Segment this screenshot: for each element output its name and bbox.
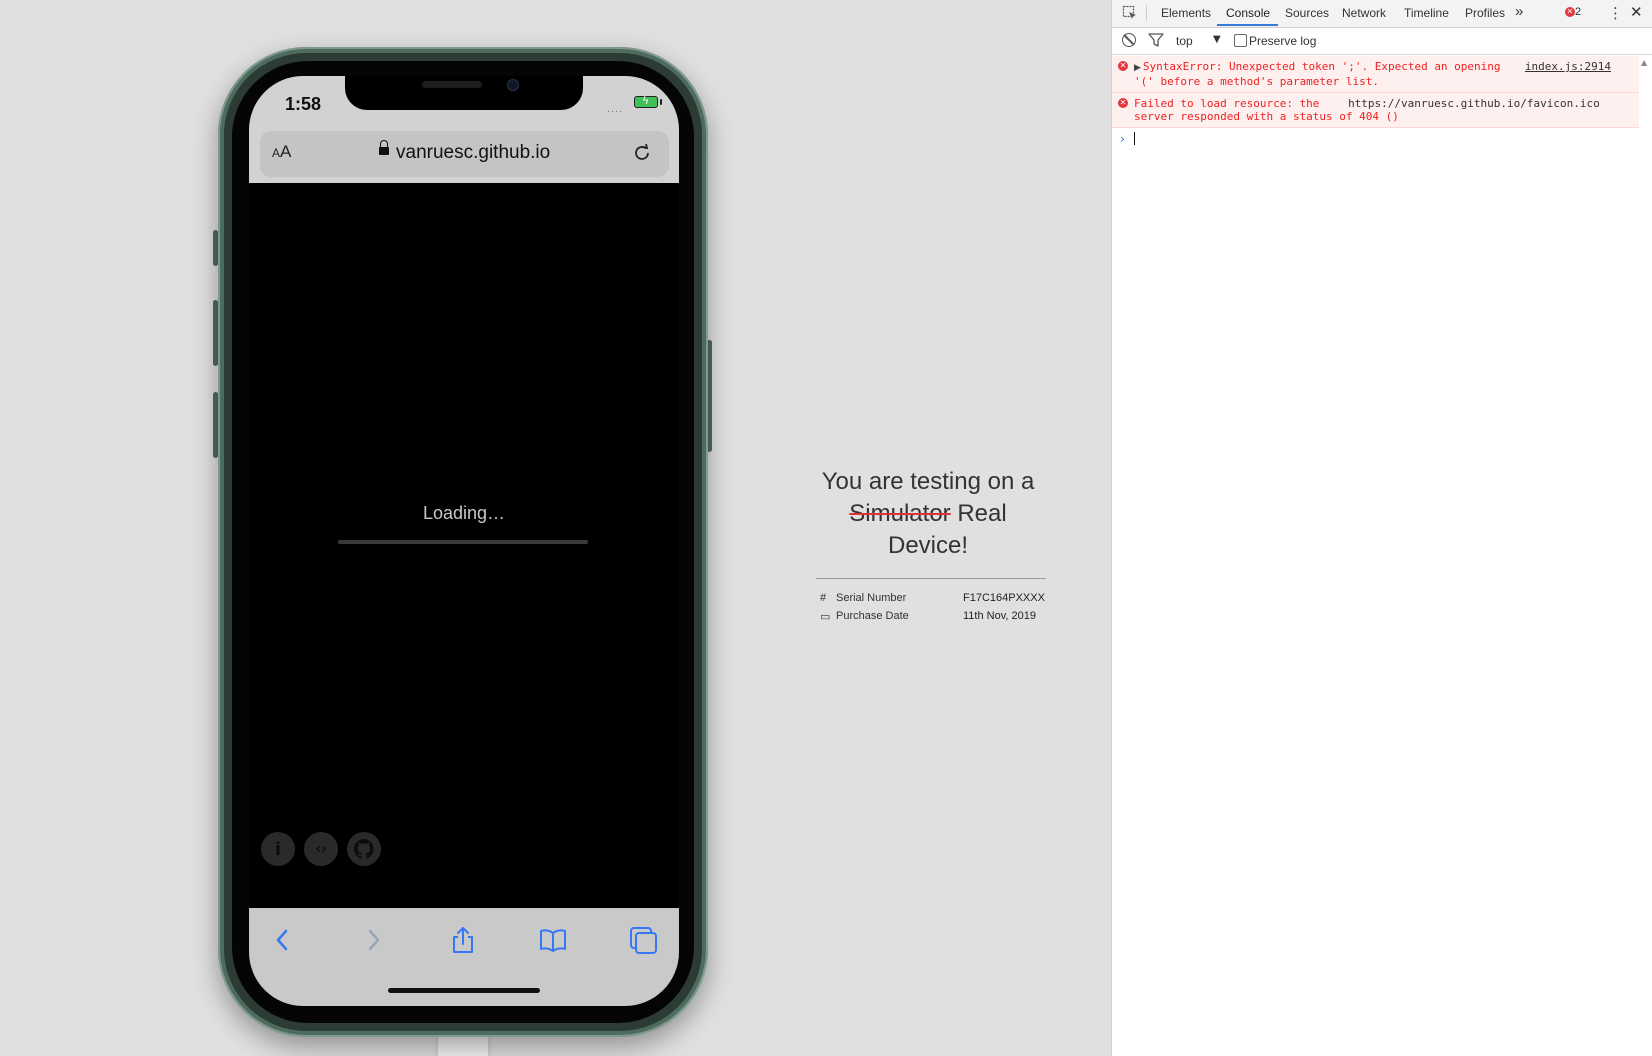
tabs-icon[interactable]	[627, 924, 659, 956]
prompt-caret-icon: ›	[1120, 132, 1125, 146]
github-icon[interactable]	[347, 832, 381, 866]
tab-elements[interactable]: Elements	[1161, 6, 1211, 20]
back-icon[interactable]	[267, 924, 299, 956]
error-text-prefix: Failed to load resource: the	[1134, 97, 1320, 110]
toolbar-separator	[1146, 5, 1147, 21]
safari-top-bar: 1:58 .... ϟ AA vanruesc.github.io	[249, 76, 679, 183]
clear-console-icon[interactable]	[1122, 33, 1136, 47]
headline: You are testing on a Simulator Real Devi…	[808, 466, 1048, 562]
hash-icon: #	[820, 592, 827, 604]
error-text-line2: '(' before a method's parameter list.	[1134, 75, 1380, 88]
chevron-down-icon[interactable]: ▼	[1213, 34, 1221, 45]
close-icon[interactable]: ✕	[1630, 3, 1643, 21]
expand-triangle-icon[interactable]: ▶	[1134, 62, 1141, 75]
spec-label: Serial Number	[836, 592, 907, 604]
url-text[interactable]: vanruesc.github.io	[396, 142, 550, 164]
loading-text: Loading…	[422, 503, 506, 523]
filter-icon[interactable]	[1148, 33, 1164, 47]
console-prompt[interactable]: ›	[1112, 128, 1639, 148]
tab-profiles[interactable]: Profiles	[1465, 6, 1505, 20]
source-link[interactable]: index.js:2914	[1525, 60, 1611, 73]
devtools-panel: Elements Console Sources Network Timelin…	[1111, 0, 1652, 1056]
inspect-element-icon[interactable]	[1122, 5, 1138, 21]
speaker-grille	[422, 81, 482, 88]
notch	[345, 76, 583, 110]
spec-row-purchase-date: ▭ Purchase Date 11th Nov, 2019	[808, 609, 1048, 627]
safari-toolbar	[249, 908, 679, 1006]
tab-network[interactable]: Network	[1342, 6, 1386, 20]
tab-console[interactable]: Console	[1226, 6, 1270, 20]
active-tab-indicator	[1217, 24, 1278, 26]
github-mark	[353, 838, 374, 859]
phone-screen: 1:58 .... ϟ AA vanruesc.github.io Loadin…	[249, 76, 679, 1006]
scroll-up-icon[interactable]: ▲	[1641, 58, 1647, 67]
console-error-message[interactable]: ✕ Failed to load resource: the https://v…	[1112, 93, 1639, 128]
calendar-icon: ▭	[820, 611, 831, 623]
spec-value: 11th Nov, 2019	[963, 610, 1036, 622]
loading-progress-bar	[338, 540, 588, 544]
share-icon[interactable]	[447, 924, 479, 956]
spec-row-serial: # Serial Number F17C164PXXXX	[808, 591, 1048, 609]
divider	[816, 578, 1046, 579]
info-icon[interactable]: i	[261, 832, 295, 866]
spec-label: Purchase Date	[836, 610, 909, 622]
preserve-log-label[interactable]: Preserve log	[1249, 34, 1316, 48]
bookmarks-icon[interactable]	[537, 924, 569, 956]
devtools-tab-bar: Elements Console Sources Network Timelin…	[1112, 0, 1652, 28]
error-text-line2: server responded with a status of 404 ()	[1134, 110, 1399, 123]
text-cursor	[1134, 132, 1135, 145]
tab-sources[interactable]: Sources	[1285, 6, 1329, 20]
console-output: ✕ ▶ SyntaxError: Unexpected token ';'. Ex…	[1112, 56, 1639, 148]
reader-options-button[interactable]: AA	[272, 142, 291, 162]
resource-url[interactable]: https://vanruesc.github.io/favicon.ico	[1348, 97, 1600, 110]
page-area: 1:58 .... ϟ AA vanruesc.github.io Loadin…	[0, 0, 1111, 1056]
error-text-line1: SyntaxError: Unexpected token ';'. Expec…	[1142, 60, 1501, 73]
spec-value: F17C164PXXXX	[963, 592, 1045, 604]
home-indicator[interactable]	[388, 988, 540, 993]
headline-line1: You are testing on a	[821, 468, 1035, 495]
error-icon: ✕	[1565, 7, 1575, 18]
front-camera-icon	[507, 79, 519, 91]
forward-icon[interactable]	[357, 924, 389, 956]
lock-icon	[379, 140, 389, 155]
device-info-card: You are testing on a Simulator Real Devi…	[808, 466, 1048, 627]
code-icon[interactable]: ‹›	[304, 832, 338, 866]
error-icon: ✕	[1118, 61, 1128, 71]
charging-bolt-icon: ϟ	[642, 94, 650, 107]
battery-icon: ϟ	[634, 94, 662, 108]
console-toolbar: top ▼ Preserve log	[1112, 28, 1652, 55]
address-bar[interactable]: AA vanruesc.github.io	[260, 131, 669, 177]
console-error-message[interactable]: ✕ ▶ SyntaxError: Unexpected token ';'. Ex…	[1112, 56, 1639, 93]
tab-timeline[interactable]: Timeline	[1404, 6, 1449, 20]
error-icon: ✕	[1118, 98, 1128, 108]
struck-word: Simulator	[849, 500, 951, 527]
context-selector[interactable]: top	[1176, 34, 1193, 48]
signal-icon: ....	[607, 103, 624, 115]
more-tabs-icon[interactable]: »	[1515, 3, 1523, 20]
kebab-menu-icon[interactable]: ⋮	[1608, 4, 1623, 22]
status-time: 1:58	[285, 94, 322, 114]
reload-icon[interactable]	[632, 143, 652, 163]
error-count-badge[interactable]: ✕ 2	[1565, 6, 1581, 18]
preserve-log-checkbox[interactable]	[1234, 34, 1247, 47]
